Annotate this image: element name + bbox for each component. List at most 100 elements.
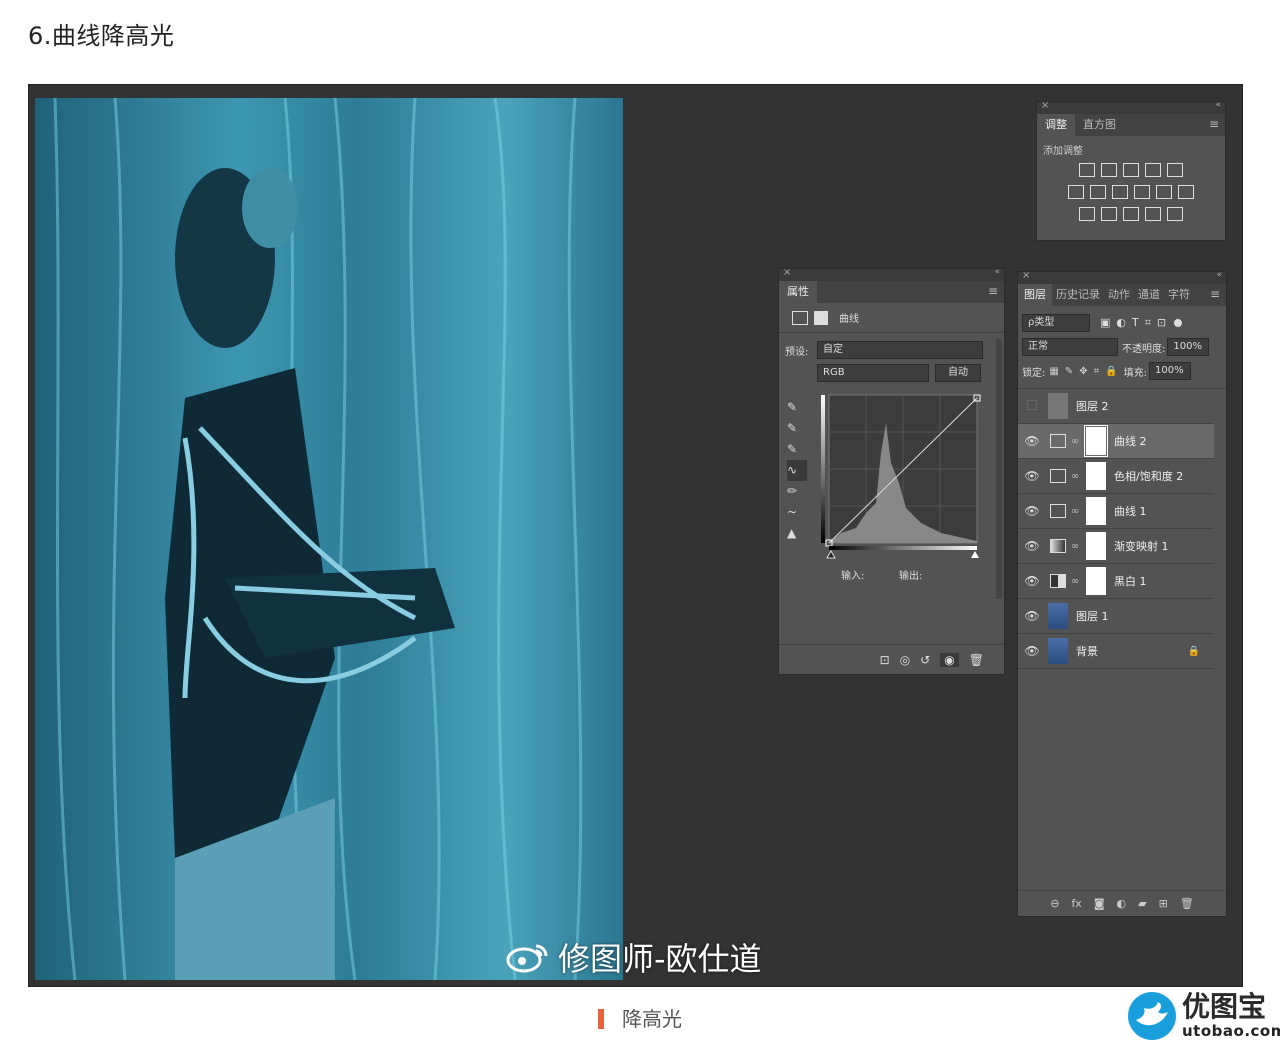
mask-icon[interactable]: [814, 310, 828, 325]
tab-layers[interactable]: 图层: [1018, 284, 1052, 306]
eye-icon[interactable]: 👁: [1018, 644, 1046, 658]
brightness-icon[interactable]: [1079, 163, 1095, 177]
new-adjustment-icon[interactable]: ◐: [1117, 897, 1127, 910]
fx-icon[interactable]: fx: [1071, 897, 1081, 910]
hue-saturation-layer-icon: [1050, 469, 1066, 483]
layer-row[interactable]: 👁 ∞ 色相/饱和度 2: [1018, 459, 1214, 494]
fill-input[interactable]: 100%: [1149, 362, 1192, 380]
new-group-icon[interactable]: ▰: [1138, 897, 1146, 910]
layer-row[interactable]: 👁 ∞ 曲线 2: [1018, 424, 1214, 459]
close-icon[interactable]: ×: [783, 267, 791, 278]
tab-history[interactable]: 历史记录: [1052, 284, 1104, 306]
curves-graph[interactable]: [821, 393, 981, 559]
layer-mask-thumbnail[interactable]: [1086, 532, 1106, 560]
invert-icon[interactable]: [1079, 207, 1095, 221]
pencil-icon[interactable]: ✏: [787, 481, 807, 502]
black-white-icon[interactable]: [1112, 185, 1128, 199]
link-icon[interactable]: ∞: [1070, 576, 1080, 587]
collapse-icon[interactable]: «: [994, 267, 1000, 277]
filter-toggle-icon[interactable]: [1174, 319, 1183, 327]
caption-accent-bar: [598, 1009, 604, 1029]
eye-icon[interactable]: 👁: [1018, 574, 1046, 588]
link-icon[interactable]: ∞: [1070, 541, 1080, 552]
opacity-input[interactable]: 100%: [1167, 338, 1210, 356]
link-icon[interactable]: ∞: [1070, 506, 1080, 517]
filter-icons[interactable]: ▣◐T⌗⊡: [1100, 316, 1172, 330]
layer-name: 背景: [1076, 645, 1098, 658]
curve-point-icon[interactable]: ∿: [787, 460, 807, 481]
layer-mask-thumbnail[interactable]: [1086, 497, 1106, 525]
add-mask-icon[interactable]: ◙: [1094, 897, 1105, 910]
eye-icon[interactable]: 👁: [1018, 539, 1046, 553]
tab-adjustments[interactable]: 调整: [1037, 114, 1075, 136]
layer-mask-thumbnail[interactable]: [1084, 425, 1108, 457]
preset-select[interactable]: 自定: [817, 341, 983, 359]
curve-tools: ✎ ✎ ✎ ∿ ✏ ~ ▲: [787, 397, 807, 544]
tab-character[interactable]: 字符: [1164, 284, 1194, 306]
eyedropper-white-icon[interactable]: ✎: [787, 439, 807, 460]
color-lookup-icon[interactable]: [1178, 185, 1194, 199]
view-previous-icon[interactable]: ◎: [900, 653, 910, 667]
clip-to-layer-icon[interactable]: ⊡: [880, 653, 890, 667]
eye-icon[interactable]: 👁: [1018, 469, 1046, 483]
tab-properties[interactable]: 属性: [779, 281, 817, 303]
tab-channels[interactable]: 通道: [1134, 284, 1164, 306]
trash-icon[interactable]: 🗑: [969, 653, 984, 667]
blend-mode-select[interactable]: 正常: [1022, 338, 1118, 356]
channel-mixer-icon[interactable]: [1156, 185, 1172, 199]
collapse-icon[interactable]: «: [1216, 270, 1222, 280]
link-icon[interactable]: ∞: [1070, 436, 1080, 447]
layer-mask-thumbnail[interactable]: [1086, 462, 1106, 490]
tab-histogram[interactable]: 直方图: [1075, 114, 1124, 136]
posterize-icon[interactable]: [1101, 207, 1117, 221]
curves-layer-icon: [1050, 434, 1066, 448]
selective-color-icon[interactable]: [1145, 207, 1161, 221]
clip-warning-icon[interactable]: ▲: [787, 523, 807, 544]
eye-icon[interactable]: 👁: [1018, 504, 1046, 518]
close-icon[interactable]: ×: [1041, 100, 1049, 111]
new-layer-icon[interactable]: ⊞: [1159, 897, 1168, 910]
panel-menu-icon[interactable]: ≡: [1209, 117, 1219, 131]
layer-mask-thumbnail[interactable]: [1086, 567, 1106, 595]
eyedropper-gray-icon[interactable]: ✎: [787, 418, 807, 439]
layer-row[interactable]: 图层 2: [1018, 389, 1214, 424]
lock-icon[interactable]: 🔒: [1188, 646, 1200, 657]
hue-saturation-icon[interactable]: [1068, 185, 1084, 199]
layer-filter-select[interactable]: ρ类型: [1022, 314, 1090, 332]
delete-layer-icon[interactable]: 🗑: [1180, 897, 1194, 910]
layer-row[interactable]: 👁 ∞ 黑白 1: [1018, 564, 1214, 599]
visibility-off-icon[interactable]: [1018, 399, 1046, 413]
gradient-map-icon[interactable]: [1167, 207, 1183, 221]
reset-icon[interactable]: ↺: [920, 653, 930, 667]
layer-row[interactable]: 👁 ∞ 渐变映射 1: [1018, 529, 1214, 564]
layer-row[interactable]: 👁 背景 🔒: [1018, 634, 1214, 669]
close-icon[interactable]: ×: [1022, 270, 1030, 281]
properties-scrollbar[interactable]: [996, 339, 1002, 599]
layer-row[interactable]: 👁 ∞ 曲线 1: [1018, 494, 1214, 529]
visibility-toggle-icon[interactable]: ◉: [940, 652, 959, 667]
link-icon[interactable]: ∞: [1070, 471, 1080, 482]
adjustment-icons-row-3: [1037, 207, 1225, 221]
curves-icon[interactable]: [1123, 163, 1139, 177]
eye-icon[interactable]: 👁: [1018, 434, 1046, 448]
tab-actions[interactable]: 动作: [1104, 284, 1134, 306]
layer-row[interactable]: 👁 图层 1: [1018, 599, 1214, 634]
vibrance-icon[interactable]: [1167, 163, 1183, 177]
collapse-icon[interactable]: «: [1215, 100, 1221, 110]
output-label: 输出:: [899, 571, 923, 582]
panel-menu-icon[interactable]: ≡: [988, 284, 998, 298]
panel-menu-icon[interactable]: ≡: [1210, 287, 1220, 301]
threshold-icon[interactable]: [1123, 207, 1139, 221]
link-layers-icon[interactable]: ⊖: [1050, 897, 1059, 910]
levels-icon[interactable]: [1101, 163, 1117, 177]
lock-icons[interactable]: ▦✎✥⌗🔒: [1049, 366, 1123, 377]
channel-select[interactable]: RGB: [817, 364, 929, 382]
auto-button[interactable]: 自动: [935, 364, 981, 382]
smooth-icon[interactable]: ~: [787, 502, 807, 523]
color-balance-icon[interactable]: [1090, 185, 1106, 199]
photo-filter-icon[interactable]: [1134, 185, 1150, 199]
eye-icon[interactable]: 👁: [1018, 609, 1046, 623]
photo-image: [35, 98, 623, 980]
exposure-icon[interactable]: [1145, 163, 1161, 177]
eyedropper-black-icon[interactable]: ✎: [787, 397, 807, 418]
